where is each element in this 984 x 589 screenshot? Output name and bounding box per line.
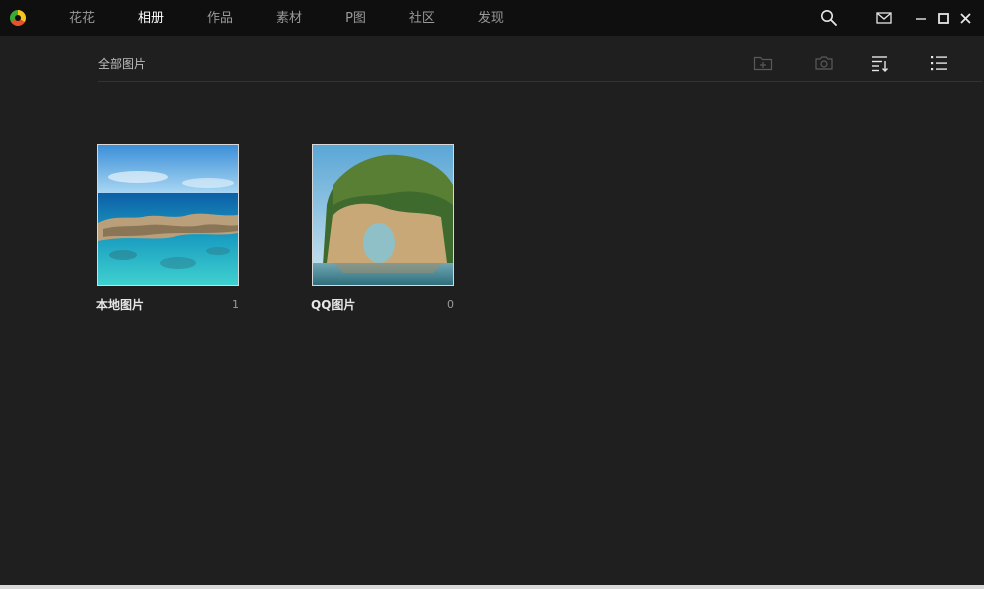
close-icon[interactable] bbox=[958, 0, 972, 36]
taskbar-strip bbox=[0, 585, 984, 589]
nav-item-photo-edit[interactable]: P图 bbox=[345, 0, 366, 36]
album-thumbnail[interactable] bbox=[312, 144, 454, 286]
maximize-icon[interactable] bbox=[936, 0, 950, 36]
album-count: 1 bbox=[232, 298, 239, 311]
breadcrumb[interactable]: 全部图片 bbox=[98, 55, 146, 72]
album-card[interactable]: QQ图片 0 bbox=[311, 144, 458, 312]
album-toolbar: 全部图片 bbox=[98, 36, 982, 82]
search-icon[interactable] bbox=[818, 0, 840, 36]
camera-icon[interactable] bbox=[813, 52, 835, 74]
album-name: 本地图片 bbox=[96, 298, 145, 312]
album-count: 0 bbox=[447, 298, 454, 311]
app-logo-icon[interactable] bbox=[10, 10, 26, 26]
sort-icon[interactable] bbox=[869, 52, 891, 74]
nav-item-materials[interactable]: 素材 bbox=[276, 0, 302, 36]
nav-item-discover[interactable]: 发现 bbox=[478, 0, 504, 36]
new-folder-icon[interactable] bbox=[752, 52, 774, 74]
minimize-icon[interactable] bbox=[914, 0, 928, 36]
album-name: QQ图片 bbox=[311, 298, 356, 312]
mail-icon[interactable] bbox=[874, 0, 894, 36]
nav-item-album[interactable]: 相册 bbox=[138, 0, 164, 36]
main-nav: 花花 相册 作品 素材 P图 社区 发现 bbox=[56, 0, 504, 36]
list-view-icon[interactable] bbox=[928, 52, 950, 74]
top-bar: 花花 相册 作品 素材 P图 社区 发现 bbox=[0, 0, 984, 36]
album-card[interactable]: 本地图片 1 bbox=[96, 144, 243, 312]
nav-item-works[interactable]: 作品 bbox=[207, 0, 233, 36]
nav-item-community[interactable]: 社区 bbox=[409, 0, 435, 36]
album-thumbnail[interactable] bbox=[97, 144, 239, 286]
app-window: 花花 相册 作品 素材 P图 社区 发现 全部图片 本地图片 1 QQ图片 0 bbox=[0, 0, 984, 589]
nav-item-huahua[interactable]: 花花 bbox=[69, 0, 95, 36]
